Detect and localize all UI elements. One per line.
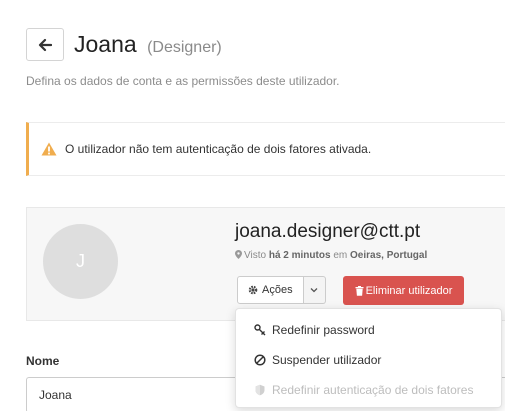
actions-label: Ações	[262, 284, 293, 296]
user-name: Joana	[74, 31, 137, 57]
menu-item-suspend-user[interactable]: Suspender utilizador	[236, 345, 501, 375]
back-button[interactable]	[26, 28, 64, 61]
page-subtitle: Defina os dados de conta e as permissões…	[26, 74, 340, 88]
chevron-down-icon	[310, 288, 318, 293]
user-email: joana.designer@ctt.pt	[235, 221, 421, 242]
page-title: Joana (Designer)	[74, 30, 222, 62]
menu-item-reset-password[interactable]: Redefinir password	[236, 315, 501, 345]
trash-icon	[355, 285, 364, 296]
arrow-left-icon	[38, 38, 52, 51]
key-icon	[254, 324, 266, 336]
menu-item-reset-2fa: Redefinir autenticação de dois fatores	[236, 375, 501, 405]
user-card: J joana.designer@ctt.pt Visto há 2 minut…	[26, 207, 505, 321]
map-marker-icon	[235, 250, 242, 259]
gear-icon	[248, 285, 258, 295]
menu-item-label: Redefinir password	[272, 323, 375, 337]
seen-in: em	[333, 250, 348, 261]
seen-location: Oeiras, Portugal	[350, 250, 428, 261]
actions-button[interactable]: Ações	[237, 276, 304, 304]
menu-item-label: Redefinir autenticação de dois fatores	[272, 383, 474, 397]
two-factor-alert: O utilizador não tem autenticação de doi…	[26, 122, 505, 176]
actions-dropdown-menu: Redefinir password Suspender utilizador …	[235, 308, 502, 408]
delete-label: Eliminar utilizador	[365, 284, 453, 297]
alert-text: O utilizador não tem autenticação de doi…	[65, 142, 372, 156]
delete-user-button[interactable]: Eliminar utilizador	[343, 276, 464, 305]
last-seen: Visto há 2 minutos em Oeiras, Portugal	[235, 250, 427, 261]
actions-button-group: Ações	[237, 276, 326, 304]
seen-time: há 2 minutos	[268, 250, 331, 261]
user-role: (Designer)	[147, 39, 222, 56]
ban-icon	[254, 354, 266, 366]
actions-dropdown-toggle[interactable]	[303, 276, 326, 304]
seen-prefix: Visto	[244, 250, 267, 261]
shield-icon	[255, 384, 265, 396]
warning-icon	[41, 142, 57, 156]
avatar: J	[43, 224, 118, 299]
menu-item-label: Suspender utilizador	[272, 353, 382, 367]
name-field-label: Nome	[26, 354, 60, 368]
